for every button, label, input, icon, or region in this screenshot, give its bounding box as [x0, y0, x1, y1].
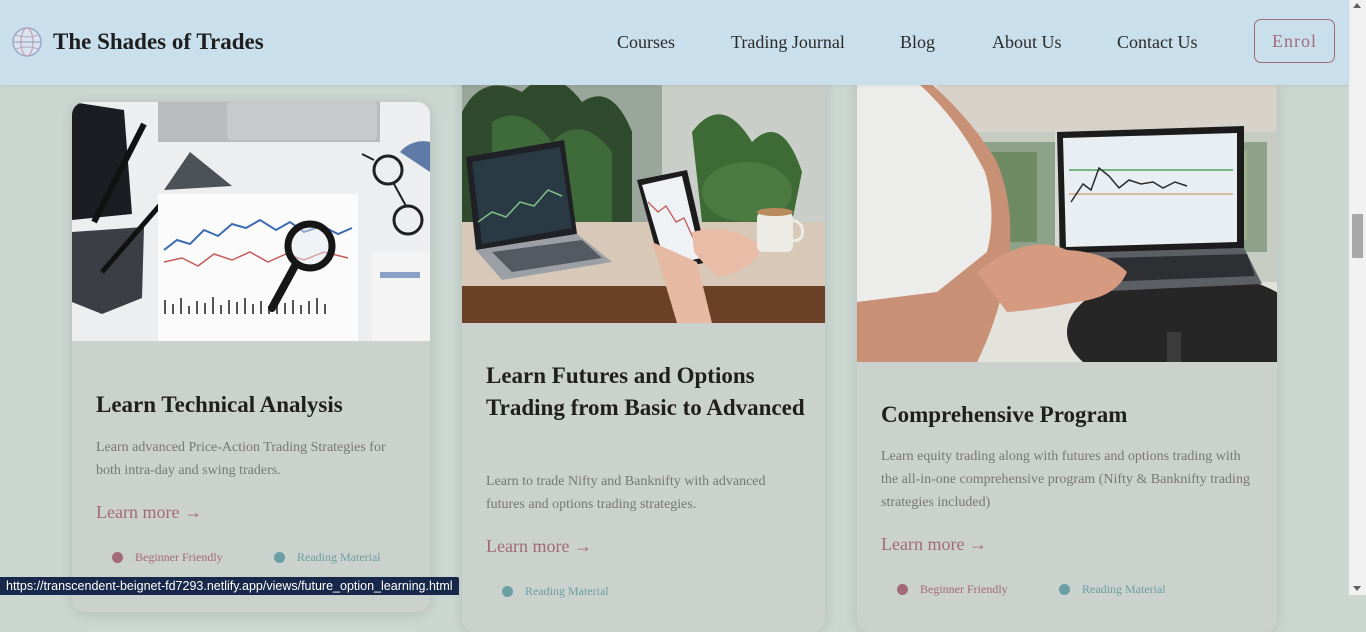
trading-charts-desk-photo — [72, 102, 430, 341]
nav-trading-journal[interactable]: Trading Journal — [731, 32, 845, 53]
teal-dot-icon — [274, 552, 285, 563]
course-card-comprehensive-program[interactable]: Comprehensive Program Learn equity tradi… — [857, 72, 1277, 632]
tag-label: Beginner Friendly — [135, 550, 223, 564]
laptop-tablet-trading-photo — [462, 72, 825, 323]
tag-label: Reading Material — [525, 584, 609, 598]
vertical-scrollbar[interactable] — [1349, 0, 1366, 595]
teal-dot-icon — [502, 586, 513, 597]
brand[interactable]: The Shades of Trades — [11, 26, 264, 58]
nav-courses[interactable]: Courses — [617, 32, 675, 53]
top-navbar: The Shades of Trades Courses Trading Jou… — [0, 0, 1349, 85]
scroll-down-arrow-icon[interactable] — [1353, 586, 1361, 591]
tag-reading-material: Reading Material — [274, 550, 381, 565]
card-title: Learn Futures and Options Trading from B… — [486, 363, 805, 420]
enrol-button[interactable]: Enrol — [1254, 19, 1335, 63]
learn-more-link[interactable]: Learn more → — [881, 534, 987, 555]
rose-dot-icon — [112, 552, 123, 563]
tag-beginner-friendly: Beginner Friendly — [112, 550, 223, 565]
scroll-up-arrow-icon[interactable] — [1353, 3, 1361, 8]
brand-name: The Shades of Trades — [53, 29, 264, 54]
nav-about-us[interactable]: About Us — [992, 32, 1062, 53]
globe-logo-icon — [12, 27, 42, 57]
card-description: Learn to trade Nifty and Banknifty with … — [486, 474, 766, 512]
course-card-technical-analysis[interactable]: Learn Technical Analysis Learn advanced … — [72, 102, 430, 612]
card-description: Learn advanced Price-Action Trading Stra… — [96, 440, 386, 478]
nav-contact-us[interactable]: Contact Us — [1117, 32, 1198, 53]
card-title: Comprehensive Program — [881, 402, 1128, 427]
nav-blog[interactable]: Blog — [900, 32, 935, 53]
learn-more-link[interactable]: Learn more → — [486, 536, 592, 557]
scrollbar-thumb[interactable] — [1352, 214, 1363, 258]
course-card-futures-options[interactable]: Learn Futures and Options Trading from B… — [462, 72, 825, 632]
link-status-url: https://transcendent-beignet-fd7293.netl… — [0, 577, 459, 595]
teal-dot-icon — [1059, 584, 1070, 595]
learn-more-link[interactable]: Learn more → — [96, 502, 202, 523]
card-description: Learn equity trading along with futures … — [881, 449, 1250, 510]
person-laptop-chart-photo — [857, 72, 1277, 362]
tag-reading-material: Reading Material — [502, 584, 609, 599]
card-title: Learn Technical Analysis — [96, 392, 343, 417]
rose-dot-icon — [897, 584, 908, 595]
tag-label: Reading Material — [297, 550, 381, 564]
